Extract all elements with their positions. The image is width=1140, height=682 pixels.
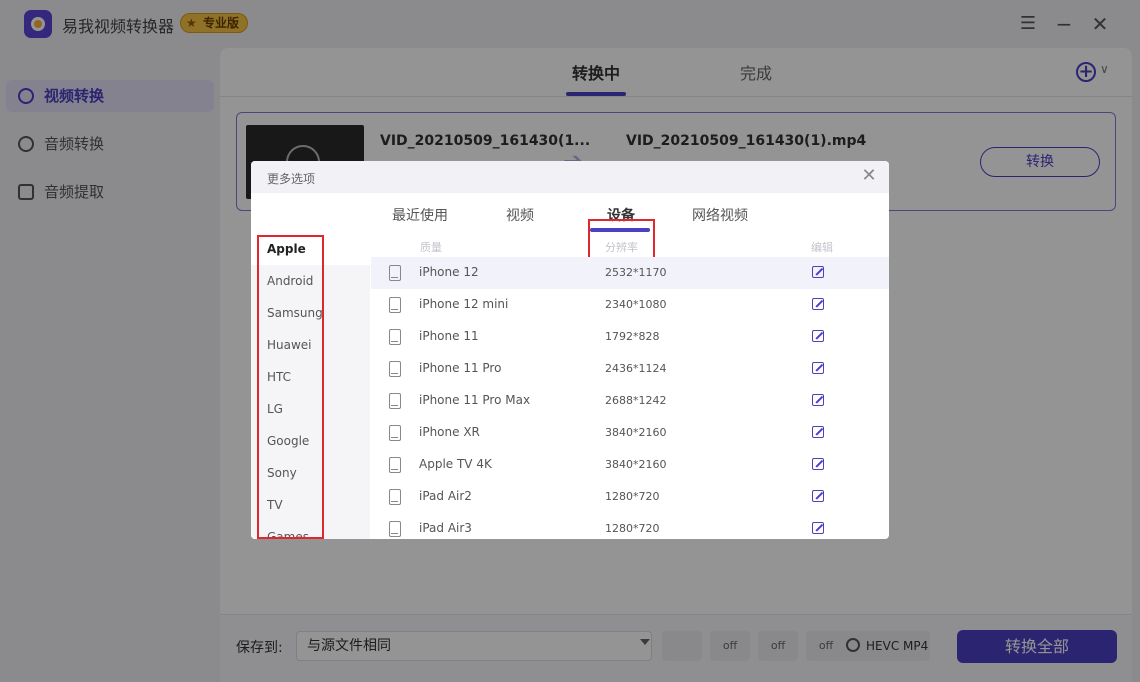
device-resolution: 1792*828 [605,330,660,343]
device-table: 质量 分辨率 编辑 iPhone 12 2532*1170 iPhone 12 … [371,233,889,539]
device-resolution: 2688*1242 [605,394,667,407]
phone-icon [389,329,401,345]
column-header-resolution: 分辨率 [605,241,638,254]
edit-icon[interactable] [812,298,824,310]
phone-icon [389,393,401,409]
edit-icon[interactable] [812,522,824,534]
edit-icon[interactable] [812,266,824,278]
device-resolution: 2532*1170 [605,266,667,279]
table-row[interactable]: Apple TV 4K 3840*2160 [371,449,889,481]
edit-icon[interactable] [812,426,824,438]
edit-icon[interactable] [812,362,824,374]
table-row[interactable]: iPhone 11 Pro Max 2688*1242 [371,385,889,417]
phone-icon [389,489,401,505]
table-row[interactable]: iPhone 12 mini 2340*1080 [371,289,889,321]
column-header-quality: 质量 [420,241,442,254]
device-name: Apple TV 4K [419,457,492,471]
table-row[interactable]: iPhone XR 3840*2160 [371,417,889,449]
table-row[interactable]: iPad Air2 1280*720 [371,481,889,513]
device-resolution: 1280*720 [605,490,660,503]
phone-icon [389,297,401,313]
device-name: iPhone 11 [419,329,479,343]
dialog-tabs: 最近使用 视频 设备 网络视频 [251,193,889,274]
more-options-dialog: 更多选项 ✕ 最近使用 视频 设备 网络视频 Apple Android Sam… [251,161,889,539]
edit-icon[interactable] [812,458,824,470]
device-name: iPad Air3 [419,521,472,535]
dialog-header: 更多选项 ✕ [251,161,889,193]
brand-list-highlight-box [257,235,324,539]
table-row[interactable]: iPad Air3 1280*720 [371,513,889,539]
device-name: iPad Air2 [419,489,472,503]
device-resolution: 1280*720 [605,522,660,535]
phone-icon [389,265,401,281]
phone-icon [389,457,401,473]
table-row[interactable]: iPhone 11 1792*828 [371,321,889,353]
table-row[interactable]: iPhone 12 2532*1170 [371,257,889,289]
edit-icon[interactable] [812,394,824,406]
device-name: iPhone 11 Pro Max [419,393,531,407]
edit-icon[interactable] [812,490,824,502]
device-name: iPhone 12 mini [419,297,509,311]
device-name: iPhone 12 [419,265,479,279]
device-resolution: 3840*2160 [605,426,667,439]
device-resolution: 2436*1124 [605,362,667,375]
device-name: iPhone 11 Pro [419,361,502,375]
device-resolution: 3840*2160 [605,458,667,471]
phone-icon [389,361,401,377]
dialog-title: 更多选项 [267,172,316,186]
edit-icon[interactable] [812,330,824,342]
device-name: iPhone XR [419,425,480,439]
tab-video[interactable]: 视频 [506,205,534,225]
tab-web-video[interactable]: 网络视频 [692,205,748,225]
column-header-edit: 编辑 [811,241,833,254]
table-row[interactable]: iPhone 11 Pro 2436*1124 [371,353,889,385]
phone-icon [389,425,401,441]
device-resolution: 2340*1080 [605,298,667,311]
tab-recent[interactable]: 最近使用 [392,205,448,225]
close-icon[interactable]: ✕ [859,165,879,187]
phone-icon [389,521,401,537]
